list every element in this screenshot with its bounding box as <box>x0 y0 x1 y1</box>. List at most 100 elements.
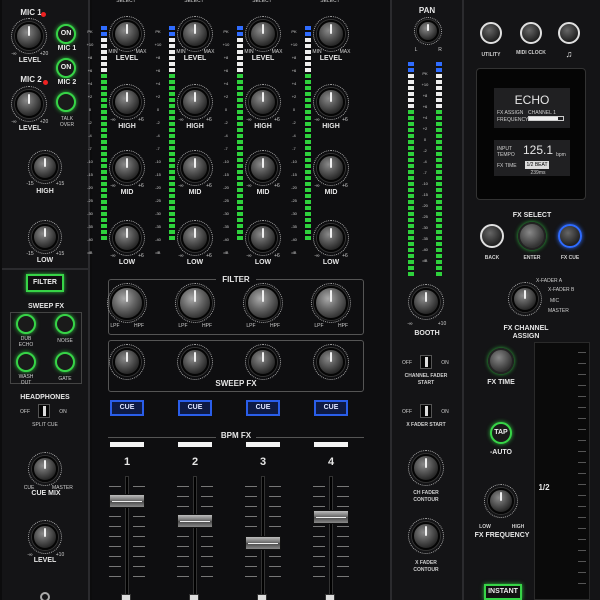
meter-scale-label: +10 <box>154 42 162 47</box>
filter-button[interactable]: FILTER <box>26 274 64 292</box>
mic2-on-button[interactable]: ON <box>56 58 76 78</box>
fx-frequency-knob[interactable] <box>488 488 514 514</box>
channel-1-cue-button[interactable]: CUE <box>110 400 144 416</box>
ch-fader-contour-knob[interactable] <box>412 454 440 482</box>
mic2-clip-led <box>43 80 48 85</box>
channel-1-sweep-knob[interactable] <box>113 348 141 376</box>
channel-4-crossfader-assign[interactable] <box>325 594 335 600</box>
booth-knob[interactable] <box>412 288 440 316</box>
channel-2-filter-knob[interactable] <box>178 286 212 320</box>
channel-4-select-label: SELECT <box>320 0 340 4</box>
channel-2-mid-knob[interactable] <box>181 154 209 182</box>
pan-knob[interactable] <box>417 20 439 42</box>
channel-1-high-label: HIGH <box>118 123 136 130</box>
meter-scale-label: +6 <box>291 68 297 73</box>
mic2-level-knob[interactable] <box>15 90 43 118</box>
channel-2-high-knob[interactable] <box>181 88 209 116</box>
channel-2-sweep-knob[interactable] <box>181 348 209 376</box>
talk-over-label: TALK OVER <box>59 116 75 128</box>
knob-min-label: -∞ <box>110 183 116 189</box>
dub-echo-button[interactable] <box>16 314 36 334</box>
meter-scale-label: -35 <box>155 224 161 229</box>
knob-max-label: MAX <box>339 49 351 55</box>
channel-4-sweep-knob[interactable] <box>317 348 345 376</box>
meter-scale-label: -35 <box>291 224 297 229</box>
meter-scale-label: -2 <box>88 120 92 125</box>
channel-4-bpm-fx-button[interactable] <box>314 442 348 447</box>
channel-1-fader[interactable] <box>109 494 145 508</box>
usb-button[interactable] <box>558 22 580 44</box>
talk-over-button[interactable] <box>56 92 76 112</box>
headphones-level-knob[interactable] <box>32 524 58 550</box>
channel-3-cue-button[interactable]: CUE <box>246 400 280 416</box>
channel-2-level-knob[interactable] <box>181 20 209 48</box>
knob-min-label: MIN <box>244 49 254 55</box>
channel-1-crossfader-assign[interactable] <box>121 594 131 600</box>
knob-min-label: -∞ <box>246 183 252 189</box>
mic1-level-knob[interactable] <box>15 22 43 50</box>
cue-mix-knob[interactable] <box>32 456 58 482</box>
fx-time-knob[interactable] <box>488 348 514 374</box>
knob-max-label: +6 <box>138 183 144 189</box>
instant-button[interactable]: INSTANT <box>484 584 522 600</box>
back-button[interactable] <box>480 224 504 248</box>
channel-4-low-knob[interactable] <box>317 224 345 252</box>
split-cue-switch[interactable] <box>38 404 50 418</box>
channel-4-filter-knob[interactable] <box>314 286 348 320</box>
channel-2-fader[interactable] <box>177 514 213 528</box>
meter-scale-label: -10 <box>87 159 93 164</box>
channel-3-filter-knob[interactable] <box>246 286 280 320</box>
noise-button[interactable] <box>55 314 75 334</box>
meter-scale-label: 0 <box>88 107 92 112</box>
fx-channel-assign-knob[interactable] <box>512 286 538 312</box>
channel-1-low-knob[interactable] <box>113 224 141 252</box>
mic-low-knob[interactable] <box>32 224 58 250</box>
channel-2-crossfader-assign[interactable] <box>189 594 199 600</box>
knob-max-label: +6 <box>342 183 348 189</box>
wash-out-button[interactable] <box>16 352 36 372</box>
channel-4-mid-knob[interactable] <box>317 154 345 182</box>
channel-3-sweep-knob[interactable] <box>249 348 277 376</box>
channel-1-bpm-fx-button[interactable] <box>110 442 144 447</box>
channel-4-level-knob[interactable] <box>317 20 345 48</box>
channel-3-low-knob[interactable] <box>249 224 277 252</box>
channel-1-high-knob[interactable] <box>113 88 141 116</box>
channel-1-filter-knob[interactable] <box>110 286 144 320</box>
channel-4-fader[interactable] <box>313 510 349 524</box>
utility-button[interactable] <box>480 22 502 44</box>
mic1-on-button[interactable]: ON <box>56 24 76 44</box>
channel-4-cue-button[interactable]: CUE <box>314 400 348 416</box>
channel-2-cue-button[interactable]: CUE <box>178 400 212 416</box>
channel-3-mid-knob[interactable] <box>249 154 277 182</box>
channel-2-low-knob[interactable] <box>181 224 209 252</box>
channel-3-high-knob[interactable] <box>249 88 277 116</box>
channel-3-crossfader-assign[interactable] <box>257 594 267 600</box>
meter-scale-label: -20 <box>155 185 161 190</box>
split-cue-label: SPLIT CUE <box>32 422 58 428</box>
tap-button[interactable]: TAP <box>490 422 512 444</box>
channel-1-level-knob[interactable] <box>113 20 141 48</box>
enter-encoder[interactable] <box>518 222 546 250</box>
mic-high-knob[interactable] <box>32 154 58 180</box>
fx-cue-button[interactable] <box>558 224 582 248</box>
meter-scale-label: -30 <box>155 211 161 216</box>
x-fader-contour-knob[interactable] <box>412 522 440 550</box>
channel-3-level-knob[interactable] <box>249 20 277 48</box>
gate-button[interactable] <box>55 352 75 372</box>
x-fader-start-switch[interactable] <box>420 404 432 418</box>
channel-1-mid-knob[interactable] <box>113 154 141 182</box>
channel-3-fader[interactable] <box>245 536 281 550</box>
knob-max-label: +6 <box>206 253 212 259</box>
midi-clock-button[interactable] <box>520 22 542 44</box>
channel-4-low-label: LOW <box>322 259 340 266</box>
headphone-icon: ♫ <box>565 49 573 59</box>
channel-fader-start-switch[interactable] <box>420 355 432 369</box>
channel-3-bpm-fx-button[interactable] <box>246 442 280 447</box>
channel-4-high-knob[interactable] <box>317 88 345 116</box>
meter-scale-label: +2 <box>291 94 297 99</box>
channel-2-bpm-fx-button[interactable] <box>178 442 212 447</box>
knob-min-label: -∞ <box>178 117 184 123</box>
channel-3-high-label: HIGH <box>254 123 272 130</box>
lpf-label: LPF <box>178 323 188 329</box>
channel-3-meter <box>237 26 243 242</box>
